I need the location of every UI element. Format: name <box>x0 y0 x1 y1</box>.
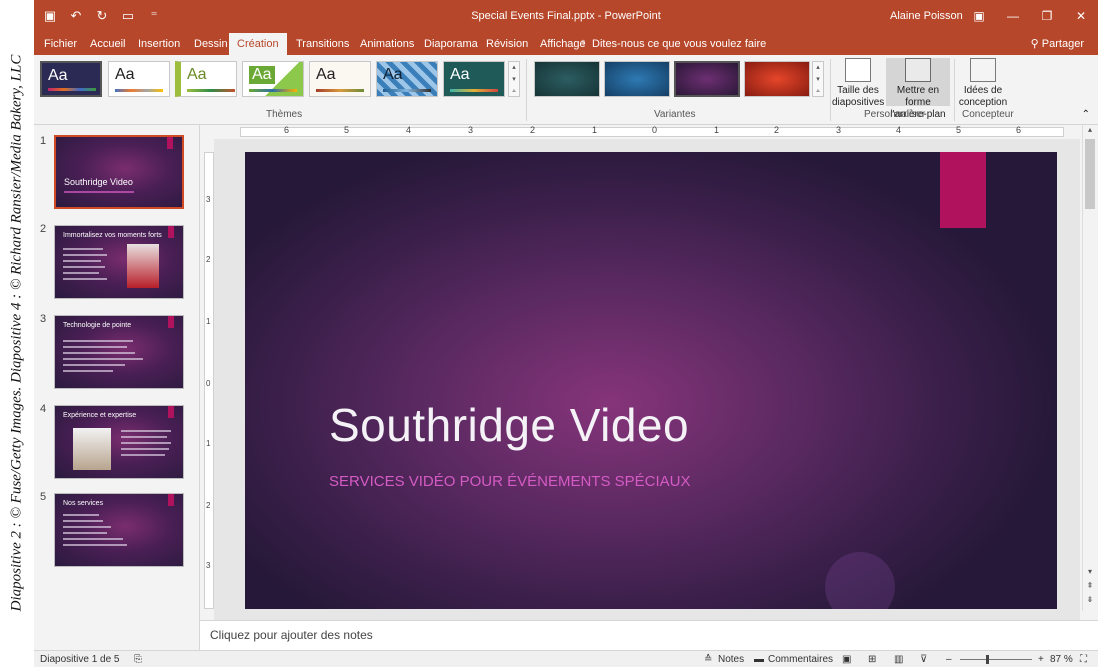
design-ideas-icon <box>970 58 996 82</box>
status-bar: Diapositive 1 de 5 ⎘ ≙ Notes ▬ Commentai… <box>34 650 1098 667</box>
window-controls: ▣ — ❐ ✕ <box>962 0 1098 33</box>
slide-number: 2 <box>40 223 47 235</box>
variant-3[interactable] <box>674 61 740 97</box>
variant-2[interactable] <box>604 61 670 97</box>
normal-view-icon[interactable]: ▣ <box>842 654 851 665</box>
notes-pane[interactable]: Cliquez pour ajouter des notes <box>200 620 1098 650</box>
tab-diaporama[interactable]: Diaporama <box>416 33 486 55</box>
tab-animations[interactable]: Animations <box>352 33 422 55</box>
share-label: Partager <box>1041 38 1084 50</box>
zoom-in-icon[interactable]: + <box>1038 654 1044 665</box>
slide-number: 3 <box>40 313 47 325</box>
tab-creation[interactable]: Création <box>229 33 287 55</box>
minimize-icon[interactable]: — <box>996 0 1030 33</box>
next-slide-icon[interactable]: ⇟ <box>1083 595 1097 604</box>
current-slide[interactable]: Southridge Video SERVICES VIDÉO POUR ÉVÉ… <box>245 152 1057 609</box>
tell-me-search[interactable]: Dites-nous ce que vous voulez faire <box>592 38 766 50</box>
design-ideas-button[interactable]: Idées de conception <box>958 58 1008 109</box>
slide-thumbnail-1[interactable]: Southridge Video <box>54 135 184 209</box>
slide-thumbnail-2[interactable]: Immortalisez vos moments forts <box>54 225 184 299</box>
slide-thumbnails-pane: 1 Southridge Video 2 Immortalisez vos mo… <box>34 125 200 650</box>
variant-4[interactable] <box>744 61 810 97</box>
tab-fichier[interactable]: Fichier <box>36 33 85 55</box>
powerpoint-window: ▣ ↶ ↻ ▭ ⁼ Special Events Final.pptx - Po… <box>34 0 1098 667</box>
restore-icon[interactable]: ❐ <box>1030 0 1064 33</box>
slide-number: 4 <box>40 403 47 415</box>
fit-slide-icon[interactable]: ⛶ <box>1080 654 1087 665</box>
person-icon: ⚲ <box>1030 38 1039 50</box>
slide-thumbnail-4[interactable]: Expérience et expertise <box>54 405 184 479</box>
paint-bucket-icon <box>905 58 931 82</box>
comments-icon[interactable]: ▬ <box>754 654 764 665</box>
themes-scroll[interactable]: ▴ ▾ ⩡ <box>508 61 520 97</box>
vertical-ruler: 3 2 1 0 1 2 3 <box>204 152 214 609</box>
scrollbar-thumb[interactable] <box>1085 139 1095 209</box>
scroll-down-icon[interactable]: ▾ <box>1083 567 1097 576</box>
theme-integral[interactable]: Aa <box>242 61 304 97</box>
close-icon[interactable]: ✕ <box>1064 0 1098 33</box>
slide-number: 1 <box>40 135 47 147</box>
theme-pattern[interactable]: Aa <box>376 61 438 97</box>
themes-group-label: Thèmes <box>266 109 303 120</box>
user-name[interactable]: Alaine Poisson <box>890 10 963 22</box>
variant-1[interactable] <box>534 61 600 97</box>
scroll-up-icon[interactable]: ▴ <box>1083 125 1097 134</box>
vertical-scrollbar[interactable]: ▴ ▾ ⇞ ⇟ <box>1082 125 1096 611</box>
zoom-slider-knob[interactable] <box>986 655 989 664</box>
notes-icon[interactable]: ≙ <box>704 654 712 665</box>
theme-1[interactable]: Aa <box>40 61 102 97</box>
title-bar: ▣ ↶ ↻ ▭ ⁼ Special Events Final.pptx - Po… <box>34 0 1098 33</box>
designer-group-label: Concepteur <box>962 109 1014 120</box>
photo-thumbnail <box>73 428 111 470</box>
collapse-ribbon-icon[interactable]: ⌃ <box>1082 109 1090 120</box>
ribbon-display-icon[interactable]: ▣ <box>962 0 996 33</box>
theme-teal[interactable]: Aa <box>443 61 505 97</box>
slide-size-button[interactable]: Taille des diapositives <box>832 58 884 109</box>
comments-button[interactable]: Commentaires <box>768 654 833 665</box>
theme-facet[interactable]: Aa <box>175 61 237 97</box>
slide-subtitle[interactable]: SERVICES VIDÉO POUR ÉVÉNEMENTS SPÉCIAUX <box>329 473 690 490</box>
accent-tag <box>940 152 986 228</box>
theme-aa: Aa <box>48 67 68 84</box>
zoom-slider[interactable] <box>960 659 1032 660</box>
screenshot: Diapositive 2 : © Fuse/Getty Images. Dia… <box>0 0 1098 667</box>
variants-scroll[interactable]: ▴ ▾ ⩡ <box>812 61 824 97</box>
photo-thumbnail <box>127 244 159 288</box>
lightbulb-icon: ♀ <box>579 37 588 49</box>
tab-transitions[interactable]: Transitions <box>288 33 357 55</box>
previous-slide-icon[interactable]: ⇞ <box>1083 581 1097 590</box>
ribbon-creation: Aa Aa Aa Aa Aa Aa Aa ▴ ▾ ⩡ Thèmes ▴ ▾ ⩡ … <box>34 55 1098 125</box>
zoom-level[interactable]: 87 % <box>1050 654 1073 665</box>
slide-thumbnail-5[interactable]: Nos services <box>54 493 184 567</box>
spellcheck-icon[interactable]: ⎘ <box>134 654 142 665</box>
zoom-out-icon[interactable]: – <box>946 654 952 665</box>
ribbon-tabs: Fichier Accueil Insertion Dessin Créatio… <box>34 33 1098 55</box>
slide-sorter-icon[interactable]: ⊞ <box>868 654 876 665</box>
slide-number: 5 <box>40 491 47 503</box>
slide-thumbnail-3[interactable]: Technologie de pointe <box>54 315 184 389</box>
share-button[interactable]: ⚲ Partager <box>1025 35 1090 53</box>
horizontal-ruler: 6 5 4 3 2 1 0 1 2 3 4 5 6 <box>200 125 1082 139</box>
photo-credit-text: Diapositive 2 : © Fuse/Getty Images. Dia… <box>8 54 25 612</box>
theme-ion[interactable]: Aa <box>309 61 371 97</box>
tab-accueil[interactable]: Accueil <box>82 33 133 55</box>
slideshow-view-icon[interactable]: ⊽ <box>920 654 927 665</box>
photo-credit: Diapositive 2 : © Fuse/Getty Images. Dia… <box>0 0 34 667</box>
format-background-button[interactable]: Mettre en forme l'arrière-plan <box>886 58 950 120</box>
slide-title[interactable]: Southridge Video <box>329 398 689 452</box>
tab-insertion[interactable]: Insertion <box>130 33 188 55</box>
theme-office[interactable]: Aa <box>108 61 170 97</box>
customize-group-label: Personnaliser <box>864 109 926 120</box>
notes-button[interactable]: Notes <box>718 654 744 665</box>
reading-view-icon[interactable]: ▥ <box>894 654 903 665</box>
variants-group-label: Variantes <box>654 109 696 120</box>
notes-placeholder[interactable]: Cliquez pour ajouter des notes <box>210 628 373 642</box>
slide-size-icon <box>845 58 871 82</box>
tab-revision[interactable]: Révision <box>478 33 536 55</box>
slide-counter: Diapositive 1 de 5 <box>40 654 120 665</box>
